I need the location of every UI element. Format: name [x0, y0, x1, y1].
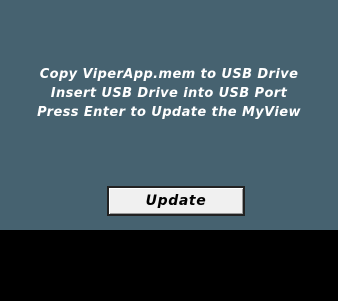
instruction-line-insert: Insert USB Drive into USB Port — [50, 86, 288, 101]
update-panel: Copy ViperApp.mem to USB Drive Insert US… — [0, 0, 338, 230]
bottom-bar — [0, 230, 338, 301]
instruction-line-press-enter: Press Enter to Update the MyView — [37, 105, 301, 120]
update-screen: Copy ViperApp.mem to USB Drive Insert US… — [0, 0, 338, 301]
instruction-line-copy: Copy ViperApp.mem to USB Drive — [39, 67, 299, 82]
instructions-text: Copy ViperApp.mem to USB Drive Insert US… — [0, 65, 338, 122]
update-button[interactable]: Update — [107, 186, 245, 216]
